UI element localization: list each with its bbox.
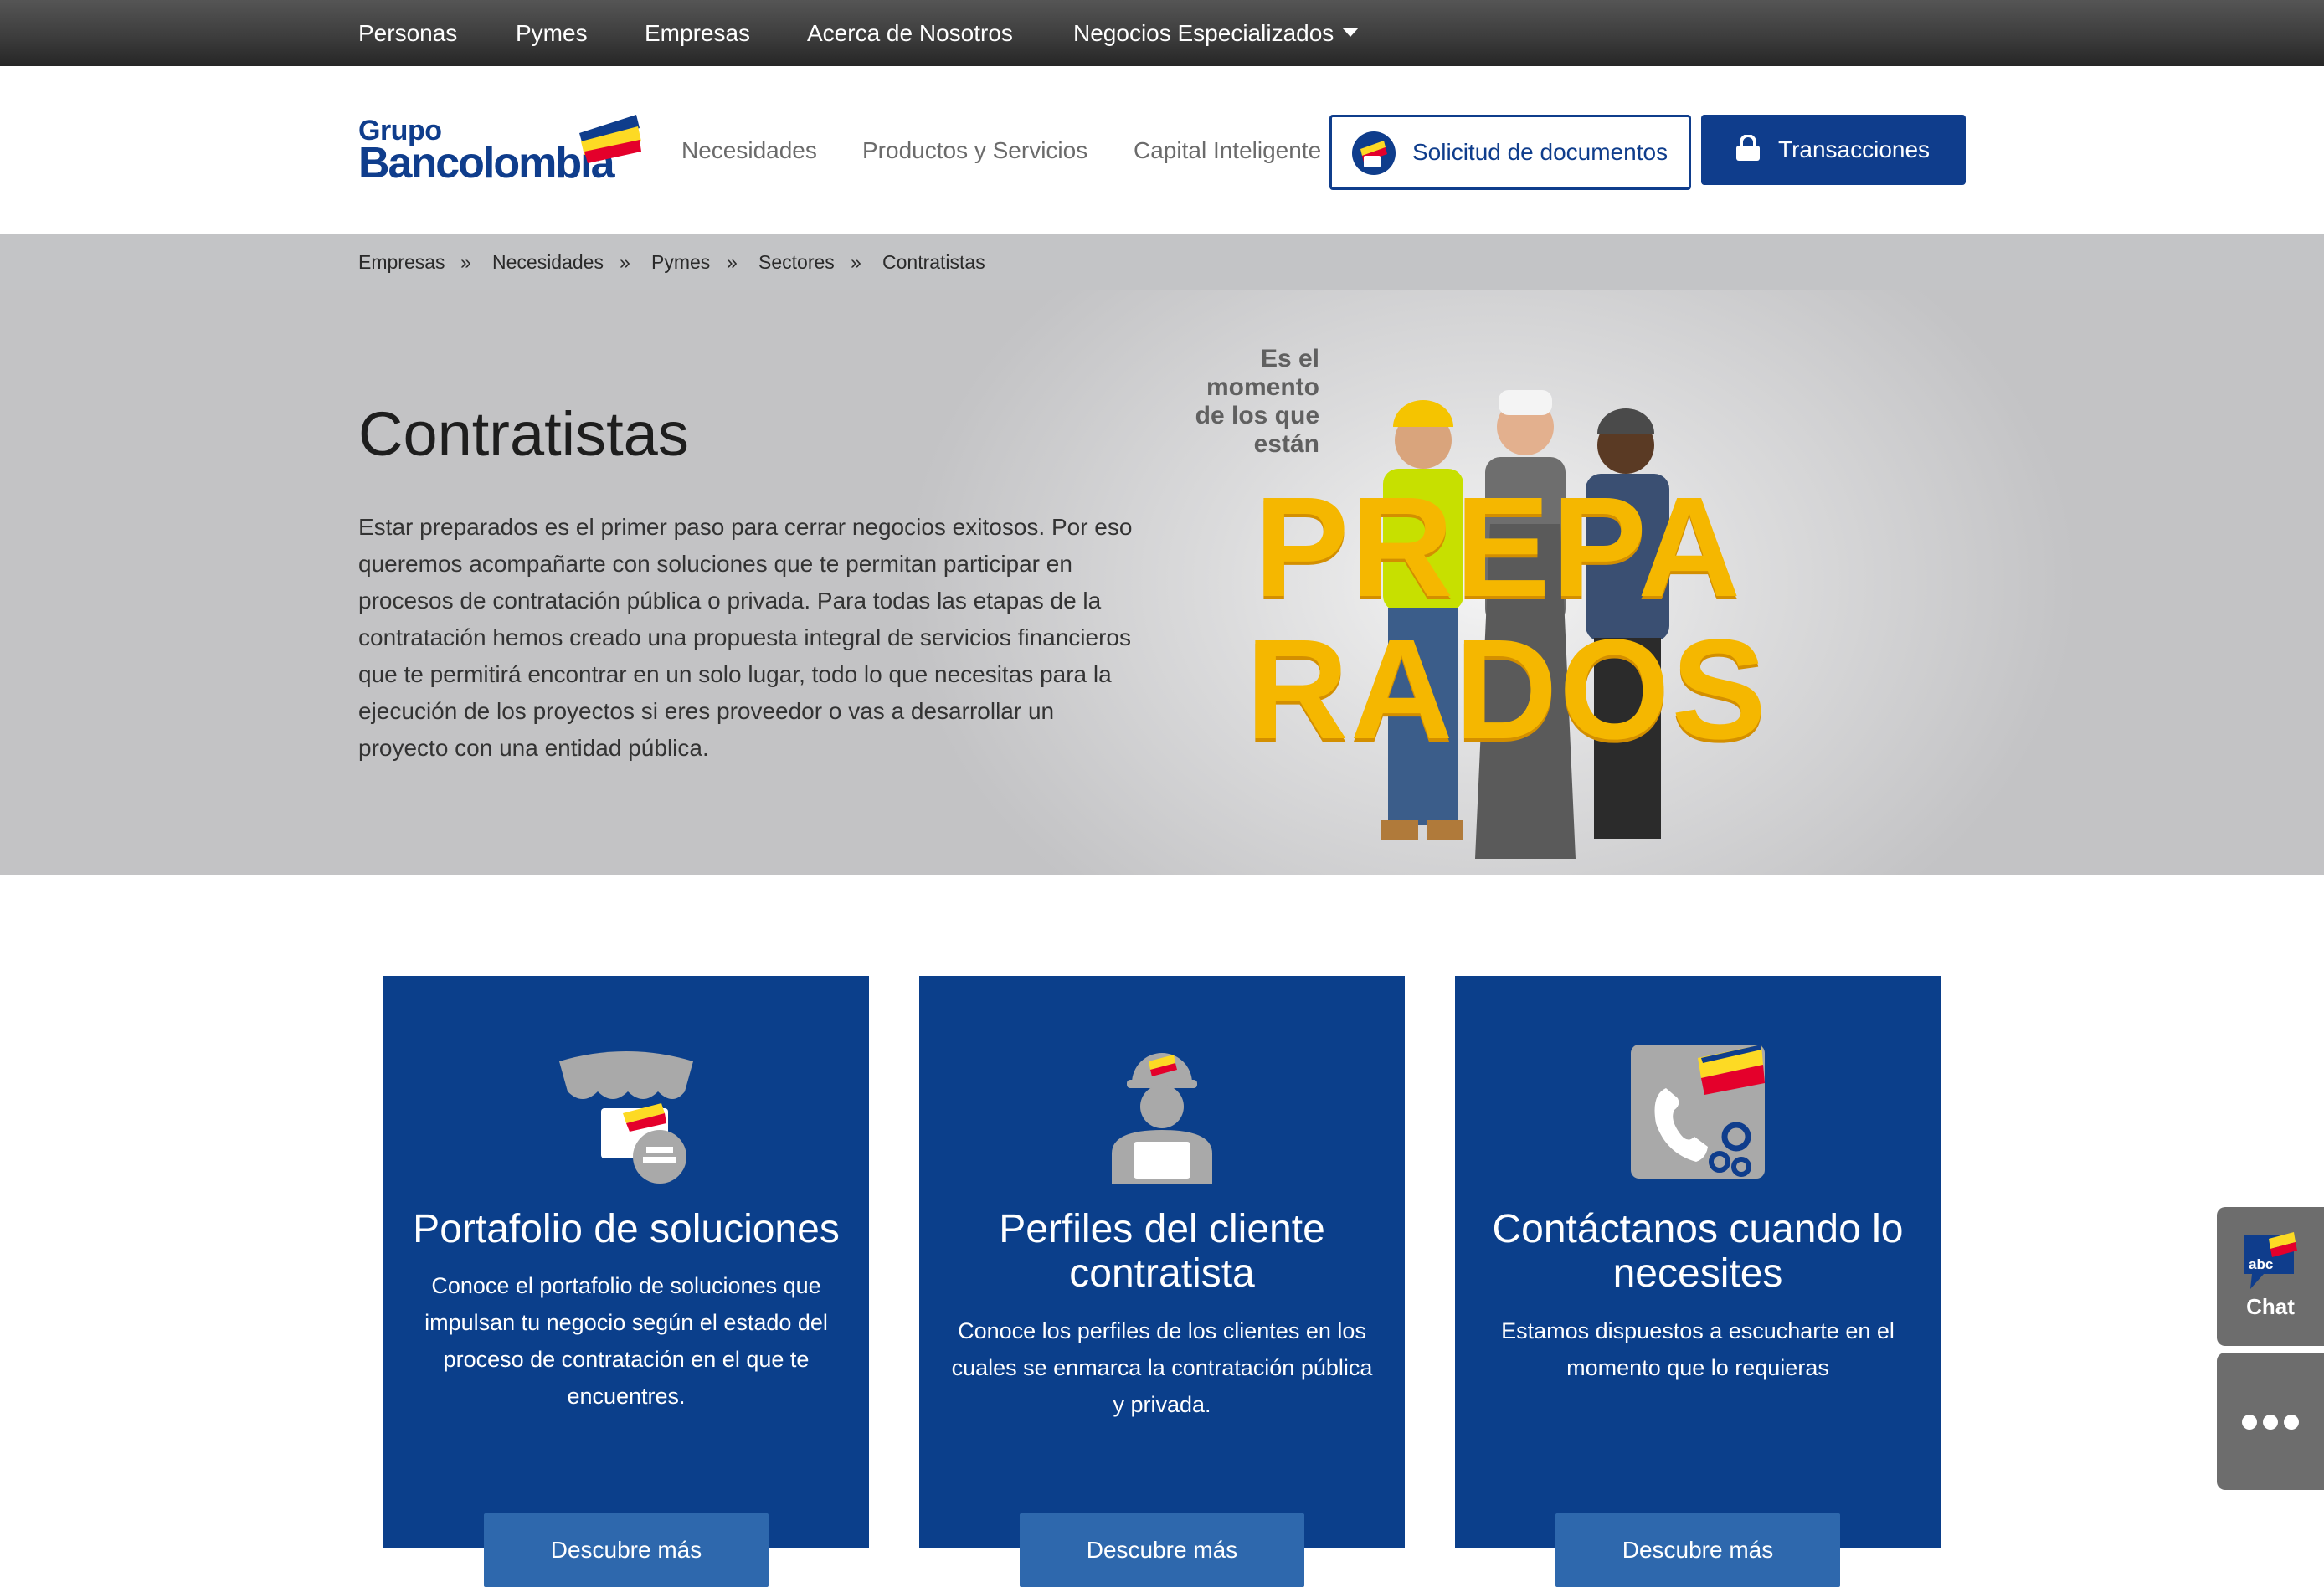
card-title: Perfiles del cliente contratista xyxy=(999,1207,1325,1296)
transacciones-button[interactable]: Transacciones xyxy=(1701,115,1966,185)
descubre-mas-button[interactable]: Descubre más xyxy=(484,1513,769,1587)
chat-widget-button[interactable]: abc Chat xyxy=(2217,1207,2324,1346)
logo-text-bancolombia: Bancolombia xyxy=(358,139,614,187)
nav-capital-inteligente[interactable]: Capital Inteligente xyxy=(1134,66,1321,234)
card-text: Conoce el portafolio de soluciones que i… xyxy=(424,1273,828,1409)
topnav-empresas[interactable]: Empresas xyxy=(645,0,750,66)
nav-productos-servicios[interactable]: Productos y Servicios xyxy=(862,66,1087,234)
card-text: Estamos dispuestos a escucharte en el mo… xyxy=(1501,1318,1895,1380)
card-portafolio: Portafolio de soluciones Conoce el porta… xyxy=(383,976,869,1548)
transacciones-label: Transacciones xyxy=(1778,136,1931,162)
storefront-icon xyxy=(559,1051,693,1184)
phone-gears-icon xyxy=(1631,1045,1765,1179)
hero-word-prepa: PREPA xyxy=(1254,468,1743,627)
more-options-button[interactable] xyxy=(2217,1353,2324,1490)
chat-bubble-icon: abc xyxy=(2244,1232,2297,1289)
breadcrumb-pymes[interactable]: Pymes xyxy=(651,234,710,290)
topnav-personas[interactable]: Personas xyxy=(358,0,457,66)
solicitud-documentos-button[interactable]: Solicitud de documentos xyxy=(1329,115,1691,190)
hero-word-rados: RADOS xyxy=(1246,610,1768,769)
card-title: Portafolio de soluciones xyxy=(413,1207,840,1251)
more-dot-icon xyxy=(2284,1415,2299,1430)
breadcrumb-separator: » xyxy=(851,251,861,273)
nav-necesidades[interactable]: Necesidades xyxy=(681,66,817,234)
card-text: Conoce los perfiles de los clientes en l… xyxy=(951,1318,1373,1417)
topnav-negocios-especializados[interactable]: Negocios Especializados xyxy=(1073,0,1360,66)
card-contactanos: Contáctanos cuando lo necesites Estamos … xyxy=(1455,976,1941,1548)
card-perfiles: Perfiles del cliente contratista Conoce … xyxy=(919,976,1405,1548)
documents-badge-icon xyxy=(1352,131,1396,175)
hero-description: Estar preparados es el primer paso para … xyxy=(358,514,1133,761)
topnav-negocios-label: Negocios Especializados xyxy=(1073,20,1334,46)
caret-down-icon xyxy=(1342,28,1360,38)
chat-label: Chat xyxy=(2246,1294,2295,1319)
logo-flag-icon xyxy=(579,115,641,163)
breadcrumb: Empresas » Necesidades » Pymes » Sectore… xyxy=(0,234,2324,290)
page-title: Contratistas xyxy=(358,399,689,469)
chat-badge-text: abc xyxy=(2249,1256,2273,1272)
main-header: Grupo Bancolombia Necesidades Productos … xyxy=(0,66,2324,234)
lock-icon xyxy=(1736,135,1760,161)
breadcrumb-separator: » xyxy=(460,251,471,273)
descubre-mas-button[interactable]: Descubre más xyxy=(1020,1513,1304,1587)
breadcrumb-separator: » xyxy=(727,251,738,273)
bancolombia-logo[interactable]: Grupo Bancolombia xyxy=(358,115,641,187)
breadcrumb-sectores[interactable]: Sectores xyxy=(758,234,835,290)
more-dot-icon xyxy=(2242,1415,2257,1430)
descubre-mas-button[interactable]: Descubre más xyxy=(1555,1513,1840,1587)
breadcrumb-necesidades[interactable]: Necesidades xyxy=(492,234,604,290)
card-title: Contáctanos cuando lo necesites xyxy=(1492,1207,1904,1296)
more-dot-icon xyxy=(2263,1415,2278,1430)
breadcrumb-contratistas: Contratistas xyxy=(882,251,985,273)
solicitud-documentos-label: Solicitud de documentos xyxy=(1412,139,1668,165)
topnav-acerca[interactable]: Acerca de Nosotros xyxy=(807,0,1013,66)
top-navigation-bar: Personas Pymes Empresas Acerca de Nosotr… xyxy=(0,0,2324,66)
hero-illustration: Es el momento de los que están PREPA RAD xyxy=(1155,290,1825,875)
topnav-pymes[interactable]: Pymes xyxy=(516,0,588,66)
breadcrumb-empresas[interactable]: Empresas xyxy=(358,234,445,290)
worker-icon xyxy=(1112,1053,1212,1184)
breadcrumb-separator: » xyxy=(620,251,630,273)
hero-banner: Contratistas Estar preparados es el prim… xyxy=(0,290,2324,875)
